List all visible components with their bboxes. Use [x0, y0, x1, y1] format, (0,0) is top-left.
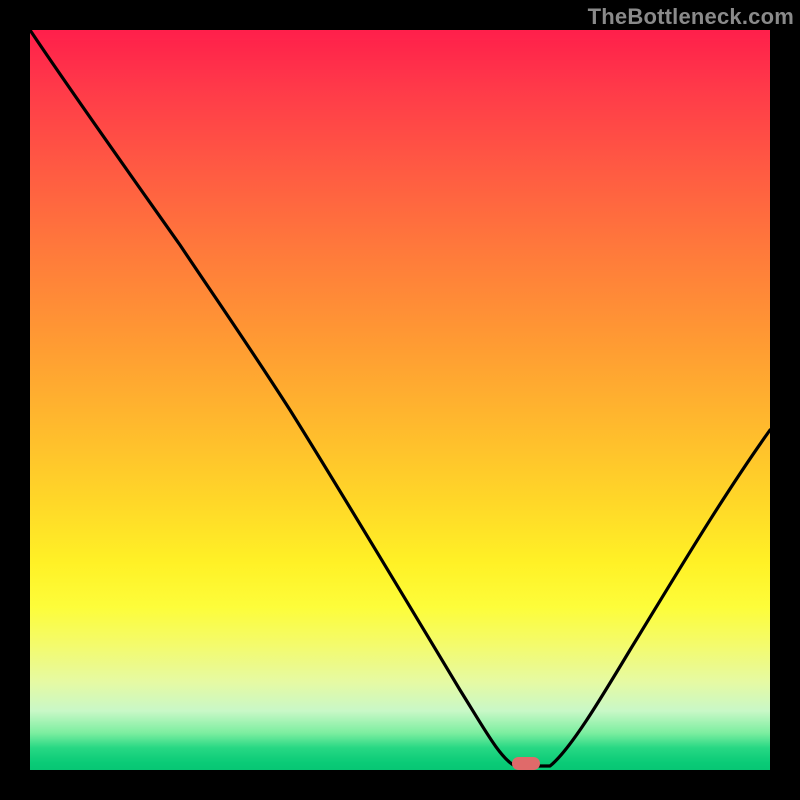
- plot-area: [30, 30, 770, 770]
- optimal-marker: [512, 757, 540, 770]
- chart-frame: TheBottleneck.com: [0, 0, 800, 800]
- watermark-text: TheBottleneck.com: [588, 4, 794, 30]
- bottleneck-curve: [30, 30, 770, 770]
